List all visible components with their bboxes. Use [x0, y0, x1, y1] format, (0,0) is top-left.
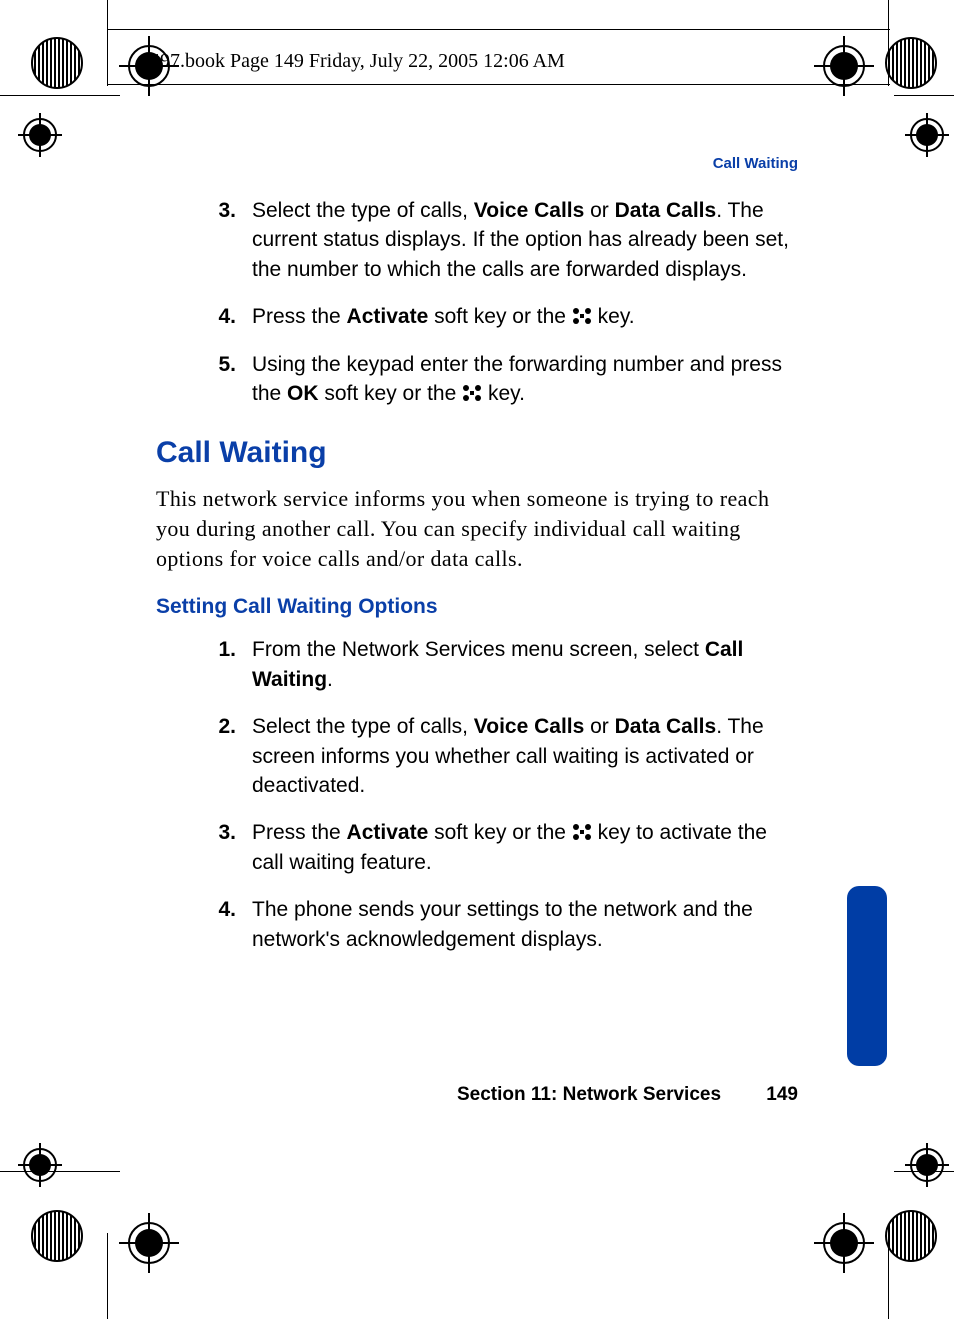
text: Select the type of calls, [252, 715, 474, 738]
crosshair-mark-icon [814, 1213, 874, 1273]
list-item: 4.Press the Activate soft key or the key… [156, 302, 798, 331]
target-mark-icon [905, 1143, 949, 1187]
bold-text: Activate [347, 305, 429, 328]
list-item: 5.Using the keypad enter the forwarding … [156, 350, 798, 409]
heading-call-waiting: Call Waiting [156, 436, 798, 470]
text: Select the type of calls, [252, 199, 474, 222]
list-body: Select the type of calls, Voice Calls or… [252, 196, 798, 284]
header-note: x497.book Page 149 Friday, July 22, 2005… [140, 50, 565, 73]
header-rule [107, 29, 890, 30]
list-number: 5. [156, 350, 252, 409]
list-item: 4.The phone sends your settings to the n… [156, 895, 798, 954]
crop-line [107, 1233, 108, 1319]
list-body: Using the keypad enter the forwarding nu… [252, 350, 798, 409]
registration-mark-icon [884, 36, 938, 90]
target-mark-icon [905, 113, 949, 157]
list-body: Press the Activate soft key or the key. [252, 302, 798, 331]
list-number: 3. [156, 818, 252, 877]
talk-key-icon [462, 384, 482, 402]
crosshair-mark-icon [814, 36, 874, 96]
text: soft key or the [319, 382, 463, 405]
text: key. [482, 382, 525, 405]
section-tab-label: Section 11 [889, 1026, 909, 1126]
page-footer: Section 11: Network Services 149 [156, 1084, 798, 1106]
list-item: 3.Press the Activate soft key or the key… [156, 818, 798, 877]
bold-text: Activate [347, 821, 429, 844]
subheading-setting-options: Setting Call Waiting Options [156, 595, 798, 619]
text: or [584, 199, 614, 222]
header-rule [107, 84, 890, 85]
text: Press the [252, 821, 347, 844]
talk-key-icon [572, 307, 592, 325]
text: Press the [252, 305, 347, 328]
list-number: 3. [156, 196, 252, 284]
list-body: The phone sends your settings to the net… [252, 895, 798, 954]
text: soft key or the [428, 821, 572, 844]
talk-key-icon [572, 823, 592, 841]
bold-text: Data Calls [615, 199, 717, 222]
footer-section-label: Section 11: Network Services [457, 1084, 721, 1105]
crop-line [894, 95, 954, 96]
text: key. [592, 305, 635, 328]
registration-mark-icon [30, 36, 84, 90]
list-number: 4. [156, 895, 252, 954]
section-tab: Section 11 [847, 886, 887, 1066]
registration-mark-icon [884, 1209, 938, 1263]
list-item: 1.From the Network Services menu screen,… [156, 635, 798, 694]
text: . [327, 668, 333, 691]
list-number: 4. [156, 302, 252, 331]
text: The phone sends your settings to the net… [252, 898, 753, 950]
list-body: Select the type of calls, Voice Calls or… [252, 712, 798, 800]
bold-text: Data Calls [615, 715, 717, 738]
list-number: 2. [156, 712, 252, 800]
header-rule [107, 29, 108, 84]
page-content: Call Waiting 3.Select the type of calls,… [156, 155, 798, 972]
list-item: 3.Select the type of calls, Voice Calls … [156, 196, 798, 284]
text: or [584, 715, 614, 738]
intro-paragraph: This network service informs you when so… [156, 484, 798, 573]
registration-mark-icon [30, 1209, 84, 1263]
crosshair-mark-icon [119, 1213, 179, 1273]
ordered-list-2: 1.From the Network Services menu screen,… [156, 635, 798, 954]
text: soft key or the [428, 305, 572, 328]
running-head: Call Waiting [156, 155, 798, 172]
ordered-list-1: 3.Select the type of calls, Voice Calls … [156, 196, 798, 408]
list-body: From the Network Services menu screen, s… [252, 635, 798, 694]
list-number: 1. [156, 635, 252, 694]
bold-text: Voice Calls [474, 199, 585, 222]
bold-text: OK [287, 382, 319, 405]
list-body: Press the Activate soft key or the key t… [252, 818, 798, 877]
bold-text: Voice Calls [474, 715, 585, 738]
target-mark-icon [18, 113, 62, 157]
target-mark-icon [18, 1143, 62, 1187]
crop-line [0, 95, 120, 96]
footer-page-number: 149 [766, 1084, 798, 1106]
text: From the Network Services menu screen, s… [252, 638, 705, 661]
list-item: 2.Select the type of calls, Voice Calls … [156, 712, 798, 800]
